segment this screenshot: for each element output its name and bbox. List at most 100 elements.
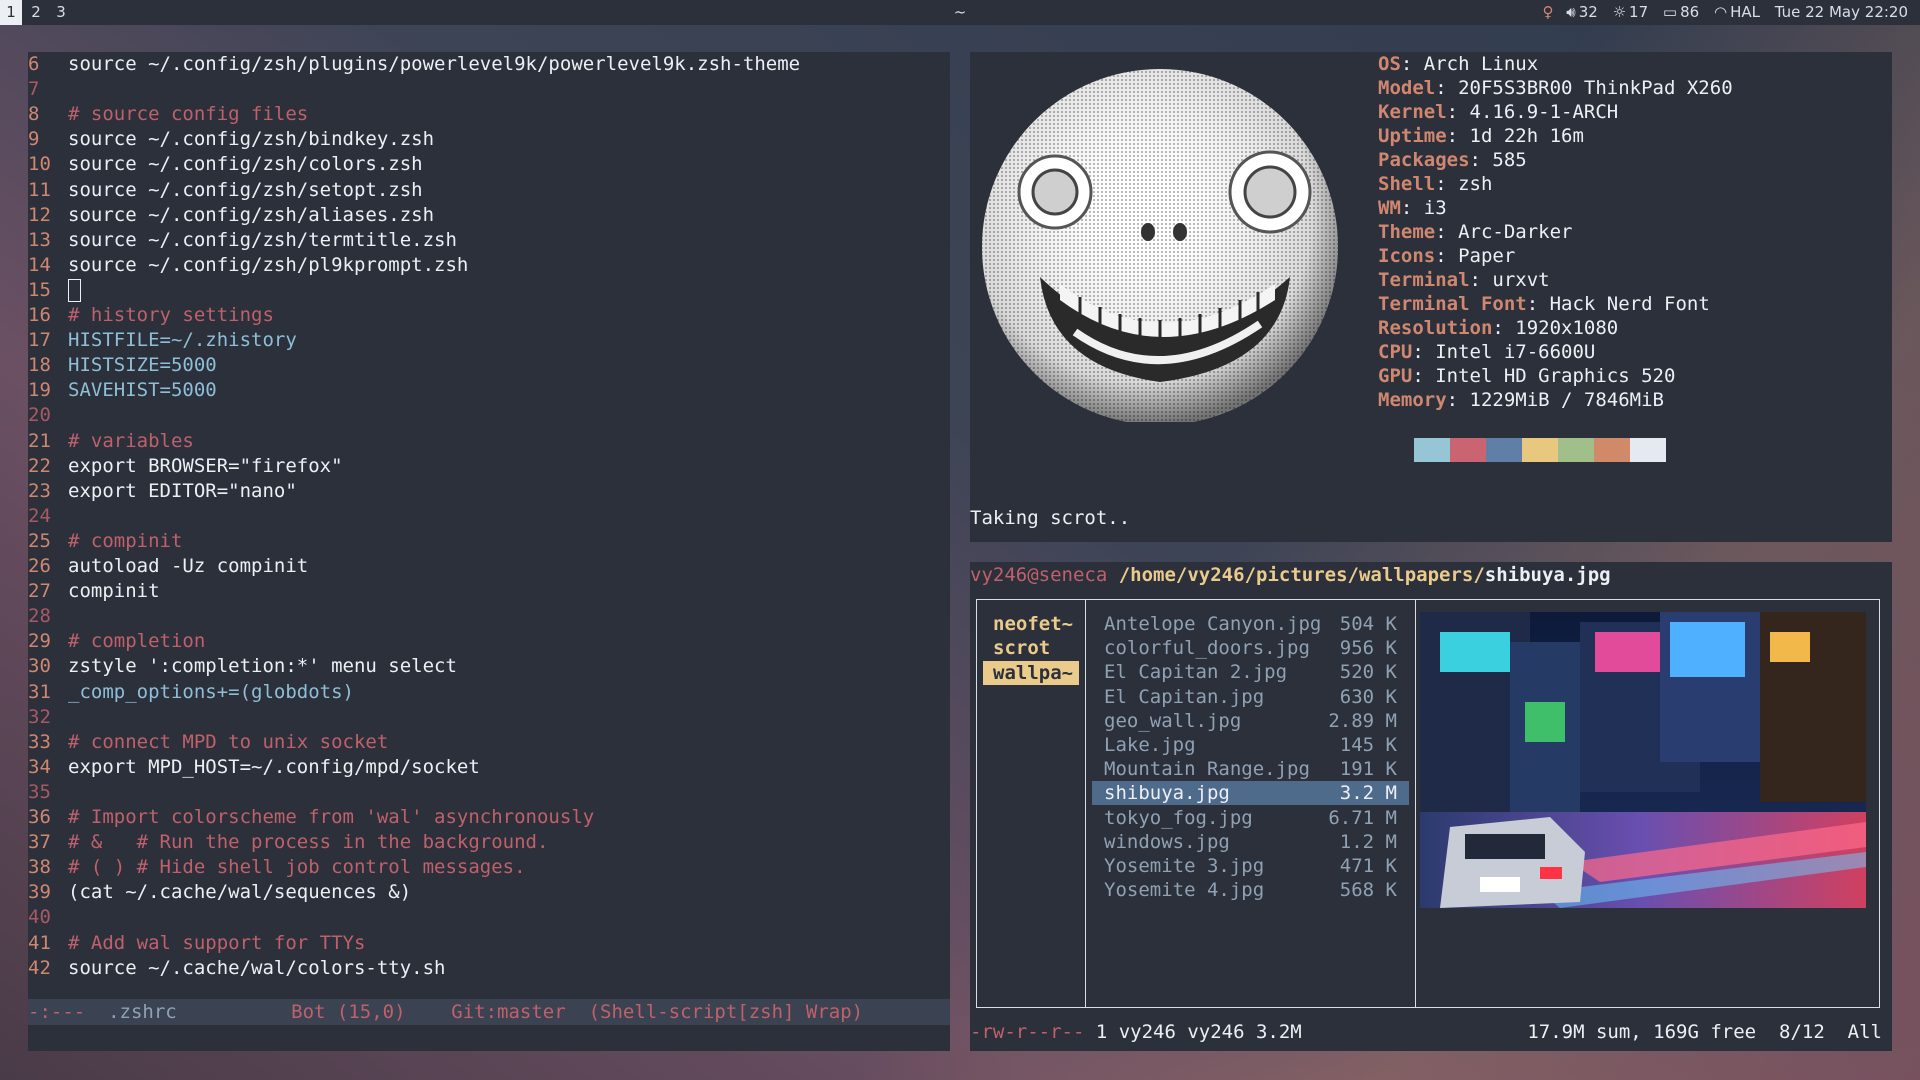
file-list-item[interactable]: windows.jpg 1.2 M [1092, 830, 1409, 854]
file-list-item[interactable]: Yosemite 4.jpg 568 K [1092, 878, 1409, 902]
line-number: 12 [28, 203, 51, 226]
file-list-item[interactable]: El Capitan 2.jpg 520 K [1092, 660, 1409, 684]
editor-line[interactable]: 27 compinit [28, 579, 160, 604]
editor-line[interactable]: 42 source ~/.cache/wal/colors-tty.sh [28, 956, 446, 981]
file-list-item[interactable]: Yosemite 3.jpg 471 K [1092, 854, 1409, 878]
editor-line[interactable]: 36 # Import colorscheme from 'wal' asynch… [28, 805, 594, 830]
editor-line[interactable]: 34 export MPD_HOST=~/.config/mpd/socket [28, 755, 480, 780]
editor-line[interactable]: 37 # & # Run the process in the backgroun… [28, 830, 548, 855]
line-number: 36 [28, 806, 51, 828]
line-text: # ( ) # Hide shell job control messages. [68, 856, 526, 879]
line-number: 37 [28, 831, 51, 854]
editor-line[interactable]: 16 # history settings [28, 303, 274, 328]
editor-line[interactable]: 17 HISTFILE=~/.zhistory [28, 328, 297, 353]
info-row: Terminal: urxvt [1378, 269, 1550, 291]
editor-line[interactable]: 35 [28, 780, 68, 805]
parent-dir-item[interactable]: wallpa~ [983, 660, 1079, 685]
info-value: Hack Nerd Font [1549, 293, 1710, 315]
volume-icon: 🔊︎ [1566, 3, 1576, 21]
editor-line[interactable]: 6 source ~/.config/zsh/plugins/powerlevel… [28, 52, 800, 77]
line-number: 18 [28, 354, 51, 377]
file-list-item[interactable]: shibuya.jpg 3.2 M [1092, 781, 1409, 806]
parent-dir-item[interactable]: scrot [983, 636, 1079, 660]
editor-line[interactable]: 8 # source config files [28, 102, 308, 127]
info-row: GPU: Intel HD Graphics 520 [1378, 365, 1676, 387]
line-number: 41 [28, 931, 51, 954]
editor-line[interactable]: 33 # connect MPD to unix socket [28, 730, 388, 755]
editor-line[interactable]: 38 # ( ) # Hide shell job control message… [28, 855, 526, 880]
file-list-item[interactable]: Mountain Range.jpg 191 K [1092, 757, 1409, 781]
line-text: # source config files [68, 103, 309, 126]
file-name: Antelope Canyon.jpg [1104, 613, 1322, 635]
file-list-item[interactable]: geo_wall.jpg 2.89 M [1092, 709, 1409, 733]
editor-line[interactable]: 20 [28, 403, 68, 428]
wifi-name: HAL [1730, 3, 1760, 21]
line-text: # completion [68, 630, 206, 653]
editor-line[interactable]: 10 source ~/.config/zsh/colors.zsh [28, 152, 423, 177]
file-list-item[interactable]: tokyo_fog.jpg 6.71 M [1092, 806, 1409, 830]
file-name: colorful_doors.jpg [1104, 637, 1310, 660]
current-directory[interactable]: /home/vy246/pictures/wallpapers/ [1119, 564, 1485, 586]
editor-line[interactable]: 39 (cat ~/.cache/wal/sequences &) [28, 880, 411, 905]
parent-dir-item[interactable]: neofet~ [983, 612, 1079, 636]
file-list-item[interactable]: Antelope Canyon.jpg 504 K [1092, 612, 1409, 636]
editor-line[interactable]: 41 # Add wal support for TTYs [28, 931, 365, 956]
info-key: Memory [1378, 389, 1447, 411]
editor-line[interactable]: 19 SAVEHIST=5000 [28, 378, 217, 403]
info-value: Arc-Darker [1458, 221, 1573, 243]
line-text: HISTSIZE=5000 [68, 354, 217, 377]
info-value: i3 [1423, 197, 1447, 219]
editor-line[interactable]: 32 [28, 705, 68, 730]
neofetch-terminal[interactable]: OS: Arch Linux Model: 20F5S3BR00 ThinkPad… [970, 52, 1892, 542]
editor-line[interactable]: 28 [28, 604, 68, 629]
editor-line[interactable]: 13 source ~/.config/zsh/termtitle.zsh [28, 228, 457, 253]
info-value: 4.16.9-1-ARCH [1469, 101, 1619, 123]
info-key: Resolution [1378, 317, 1493, 339]
editor-line[interactable]: 25 # compinit [28, 529, 182, 554]
editor-line[interactable]: 30 zstyle ':completion:*' menu select [28, 654, 457, 679]
file-size: 145 K [1339, 734, 1397, 756]
ranger-file-manager[interactable]: vy246@seneca /home/vy246/pictures/wallpa… [970, 562, 1892, 1051]
file-list-item[interactable]: Lake.jpg 145 K [1092, 733, 1409, 757]
editor-line[interactable]: 22 export BROWSER="firefox" [28, 454, 343, 479]
line-text: source ~/.config/zsh/plugins/powerlevel9… [68, 53, 801, 75]
info-row: Kernel: 4.16.9-1-ARCH [1378, 101, 1619, 123]
file-list-item[interactable]: colorful_doors.jpg 956 K [1092, 636, 1409, 660]
status-area: ♀ 🔊︎ 32 ☼ 17 ▭ 86 ◠ HAL Tue 22 May 22:20 [1532, 0, 1908, 25]
bulb-icon: ♀ [1542, 3, 1554, 21]
editor-line[interactable]: 26 autoload -Uz compinit [28, 554, 308, 579]
editor-line[interactable]: 21 # variables [28, 429, 194, 454]
line-number: 35 [28, 780, 51, 803]
line-text: source ~/.config/zsh/pl9kprompt.zsh [68, 253, 469, 276]
ranger-columns: neofet~ scrot wallpa~ Antelope Canyon.jpg 5… [976, 599, 1880, 1008]
line-number: 13 [28, 228, 51, 251]
editor-line[interactable]: 12 source ~/.config/zsh/aliases.zsh [28, 203, 434, 228]
line-text: export BROWSER="firefox" [68, 454, 343, 477]
editor-line[interactable]: 18 HISTSIZE=5000 [28, 353, 217, 378]
line-text: source ~/.config/zsh/aliases.zsh [68, 203, 435, 226]
editor-line[interactable]: 29 # completion [28, 629, 205, 654]
current-file[interactable]: shibuya.jpg [1485, 564, 1611, 586]
editor-line[interactable]: 14 source ~/.config/zsh/pl9kprompt.zsh [28, 253, 468, 278]
editor-line[interactable]: 31 _comp_options+=(globdots) [28, 680, 354, 705]
parent-directory-column: neofet~ scrot wallpa~ [977, 600, 1086, 1007]
ranger-statusbar: -rw-r--r-- 1 vy246 vy246 3.2M 17.9M sum, … [970, 1019, 1892, 1045]
file-size: 471 K [1339, 855, 1397, 877]
file-permissions: -rw-r--r-- [970, 1021, 1085, 1043]
file-list-item[interactable]: El Capitan.jpg 630 K [1092, 685, 1409, 709]
editor-line[interactable]: 23 export EDITOR="nano" [28, 479, 297, 504]
editor-line[interactable]: 7 [28, 77, 68, 102]
editor-line[interactable]: 15 [28, 278, 81, 303]
line-number: 9 [28, 128, 40, 151]
editor-line[interactable]: 24 [28, 504, 68, 529]
line-text: source ~/.config/zsh/termtitle.zsh [68, 228, 457, 251]
color-swatch [1522, 438, 1558, 462]
editor-line[interactable]: 11 source ~/.config/zsh/setopt.zsh [28, 178, 423, 203]
info-value: Paper [1458, 245, 1516, 267]
color-swatch [1414, 438, 1450, 462]
editor-line[interactable]: 9 source ~/.config/zsh/bindkey.zsh [28, 127, 434, 152]
editor-window[interactable]: 6 source ~/.config/zsh/plugins/powerlevel… [28, 52, 950, 1051]
line-text: # history settings [68, 304, 274, 326]
info-row: Memory: 1229MiB / 7846MiB [1378, 389, 1664, 411]
editor-line[interactable]: 40 [28, 905, 68, 930]
